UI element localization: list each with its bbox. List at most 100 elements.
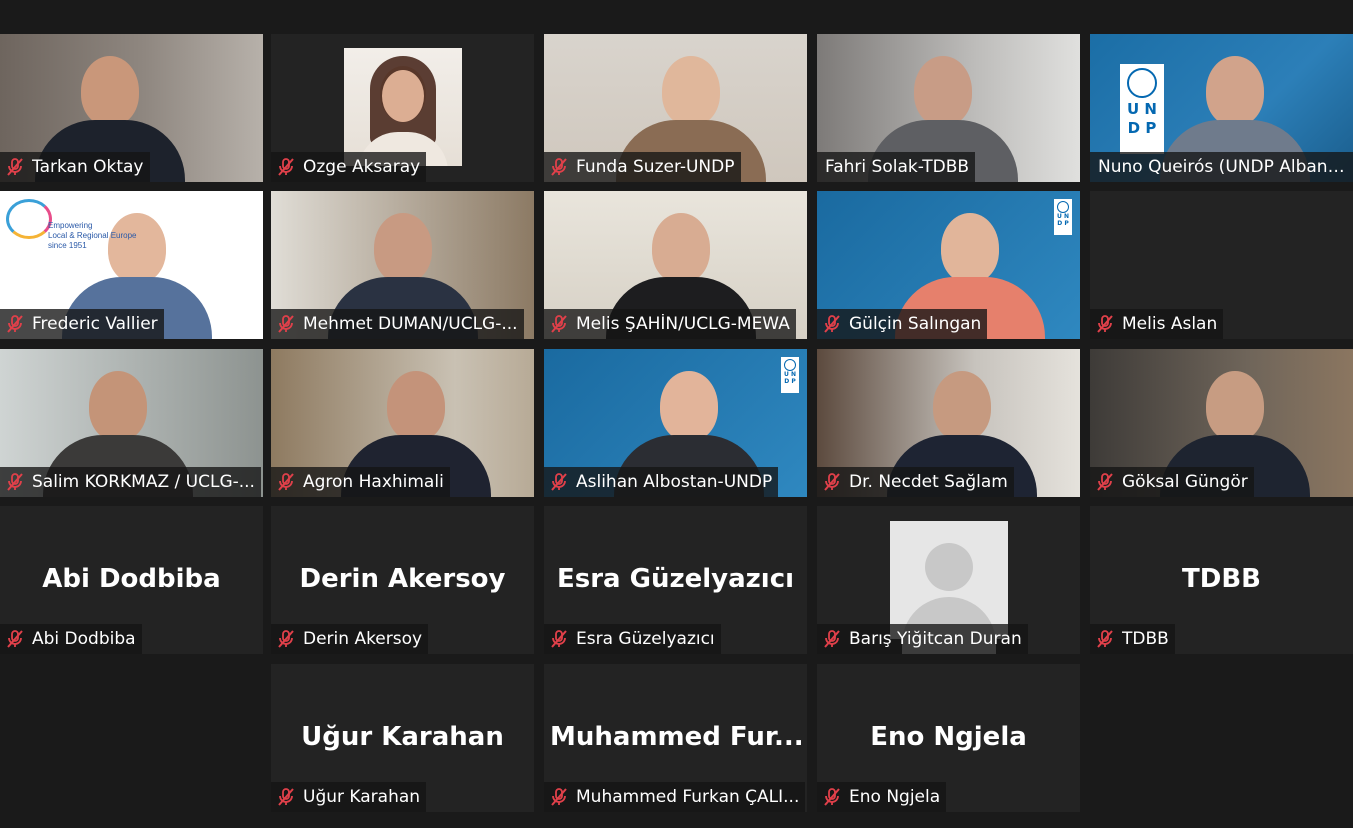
participant-big-name: TDBB [1182,564,1261,594]
muted-mic-icon [548,628,570,650]
participant-tile[interactable]: Göksal Güngör [1090,349,1353,497]
participant-name: Muhammed Furkan ÇALI... [576,787,800,807]
participant-name: TDBB [1122,629,1169,649]
participant-tile[interactable]: Funda Suzer-UNDP [544,34,807,182]
participant-name-tag: Uğur Karahan [271,782,427,812]
un-emblem-icon [1057,201,1069,213]
muted-mic-icon [821,313,843,335]
participant-name-tag: Fahri Solak-TDBB [817,152,976,182]
participant-name-tag: Tarkan Oktay [0,152,150,182]
participant-tile[interactable]: Esra Güzelyazıcı Esra Güzelyazıcı [544,506,807,654]
participant-tile[interactable]: Derin Akersoy Derin Akersoy [271,506,534,654]
participant-big-name: Derin Akersoy [299,564,506,594]
participant-name-tag: Dr. Necdet Sağlam [817,467,1014,497]
participant-name: Abi Dodbiba [32,629,136,649]
participant-name-tag: Salim KORKMAZ / UCLG-... [0,467,261,497]
participant-name: Tarkan Oktay [32,157,144,177]
participant-big-name: Muhammed Fur... [550,722,804,752]
participant-tile[interactable]: Eno Ngjela Eno Ngjela [817,664,1080,812]
participant-tile[interactable]: Mehmet DUMAN/UCLG-... [271,191,534,339]
muted-mic-icon [275,156,297,178]
participant-tile[interactable]: Muhammed Fur... Muhammed Furkan ÇALI... [544,664,807,812]
participant-tile[interactable]: Barış Yiğitcan Duran [817,506,1080,654]
participant-name: Ozge Aksaray [303,157,421,177]
undp-logo: U N D P [781,357,799,393]
default-avatar [890,521,1008,654]
muted-mic-icon [548,786,570,808]
cemr-tagline: Empowering Local & Regional Europe since 1… [48,221,137,250]
muted-mic-icon [821,628,843,650]
participant-tile[interactable]: U N D P Nuno Queirós (UNDP Albani... [1090,34,1353,182]
muted-mic-icon [1094,628,1116,650]
muted-mic-icon [821,471,843,493]
muted-mic-icon [1094,313,1116,335]
muted-mic-icon [1094,471,1116,493]
muted-mic-icon [4,628,26,650]
participant-name-tag: Nuno Queirós (UNDP Albani... [1090,152,1353,182]
profile-photo [344,48,462,166]
participant-name: Uğur Karahan [303,787,421,807]
muted-mic-icon [4,471,26,493]
participant-tile[interactable]: Fahri Solak-TDBB [817,34,1080,182]
participant-name: Melis ŞAHİN/UCLG-MEWA [576,314,790,334]
participant-name-tag: Agron Haxhimali [271,467,450,497]
muted-mic-icon [821,786,843,808]
participant-name-tag: Esra Güzelyazıcı [544,624,721,654]
participant-tile[interactable]: Melis Aslan [1090,191,1353,339]
participant-name-tag: Melis Aslan [1090,309,1224,339]
participant-name-tag: Aslihan Albostan-UNDP [544,467,779,497]
undp-logo: U N D P [1054,199,1072,235]
participant-tile[interactable]: U N D P Gülçin Salıngan [817,191,1080,339]
muted-mic-icon [275,628,297,650]
muted-mic-icon [548,471,570,493]
un-emblem-icon [784,359,796,371]
participant-name-tag: Derin Akersoy [271,624,429,654]
participant-name: Gülçin Salıngan [849,314,982,334]
participant-name: Salim KORKMAZ / UCLG-... [32,472,255,492]
participant-name: Barış Yiğitcan Duran [849,629,1022,649]
participant-name-tag: Funda Suzer-UNDP [544,152,741,182]
participant-name-tag: Ozge Aksaray [271,152,427,182]
participant-name: Göksal Güngör [1122,472,1248,492]
participant-big-name: Eno Ngjela [870,722,1027,752]
participant-tile[interactable]: TDBB TDBB [1090,506,1353,654]
participant-big-name: Uğur Karahan [301,722,504,752]
participant-tile[interactable]: Empowering Local & Regional Europe since 1… [0,191,263,339]
participant-name-tag: Melis ŞAHİN/UCLG-MEWA [544,309,796,339]
participant-name: Mehmet DUMAN/UCLG-... [303,314,518,334]
participant-tile[interactable]: Tarkan Oktay [0,34,263,182]
participant-name-tag: Göksal Güngör [1090,467,1254,497]
participant-name-tag: Mehmet DUMAN/UCLG-... [271,309,524,339]
participant-tile[interactable]: Uğur Karahan Uğur Karahan [271,664,534,812]
muted-mic-icon [548,156,570,178]
participant-tile[interactable]: Melis ŞAHİN/UCLG-MEWA [544,191,807,339]
cemr-logo [6,199,52,239]
participant-name-tag: Barış Yiğitcan Duran [817,624,1028,654]
participant-name-tag: Frederic Vallier [0,309,164,339]
participant-tile[interactable]: Abi Dodbiba Abi Dodbiba [0,506,263,654]
participant-name: Frederic Vallier [32,314,158,334]
participant-tile[interactable]: U N D P Aslihan Albostan-UNDP [544,349,807,497]
participant-name: Funda Suzer-UNDP [576,157,735,177]
participant-name: Aslihan Albostan-UNDP [576,472,773,492]
muted-mic-icon [548,313,570,335]
participant-name: Derin Akersoy [303,629,423,649]
participant-tile[interactable]: Salim KORKMAZ / UCLG-... [0,349,263,497]
muted-mic-icon [4,313,26,335]
participant-name-tag: TDBB [1090,624,1175,654]
participant-name: Esra Güzelyazıcı [576,629,715,649]
participant-tile[interactable]: Ozge Aksaray [271,34,534,182]
muted-mic-icon [275,786,297,808]
muted-mic-icon [4,156,26,178]
participant-name: Fahri Solak-TDBB [825,157,970,177]
participant-name: Eno Ngjela [849,787,941,807]
participant-tile[interactable]: Dr. Necdet Sağlam [817,349,1080,497]
muted-mic-icon [275,313,297,335]
participant-name-tag: Muhammed Furkan ÇALI... [544,782,806,812]
participant-name: Melis Aslan [1122,314,1218,334]
participant-name-tag: Gülçin Salıngan [817,309,988,339]
participant-name-tag: Abi Dodbiba [0,624,142,654]
participant-big-name: Abi Dodbiba [42,564,221,594]
participant-tile[interactable]: Agron Haxhimali [271,349,534,497]
undp-logo: U N D P [1120,64,1164,154]
